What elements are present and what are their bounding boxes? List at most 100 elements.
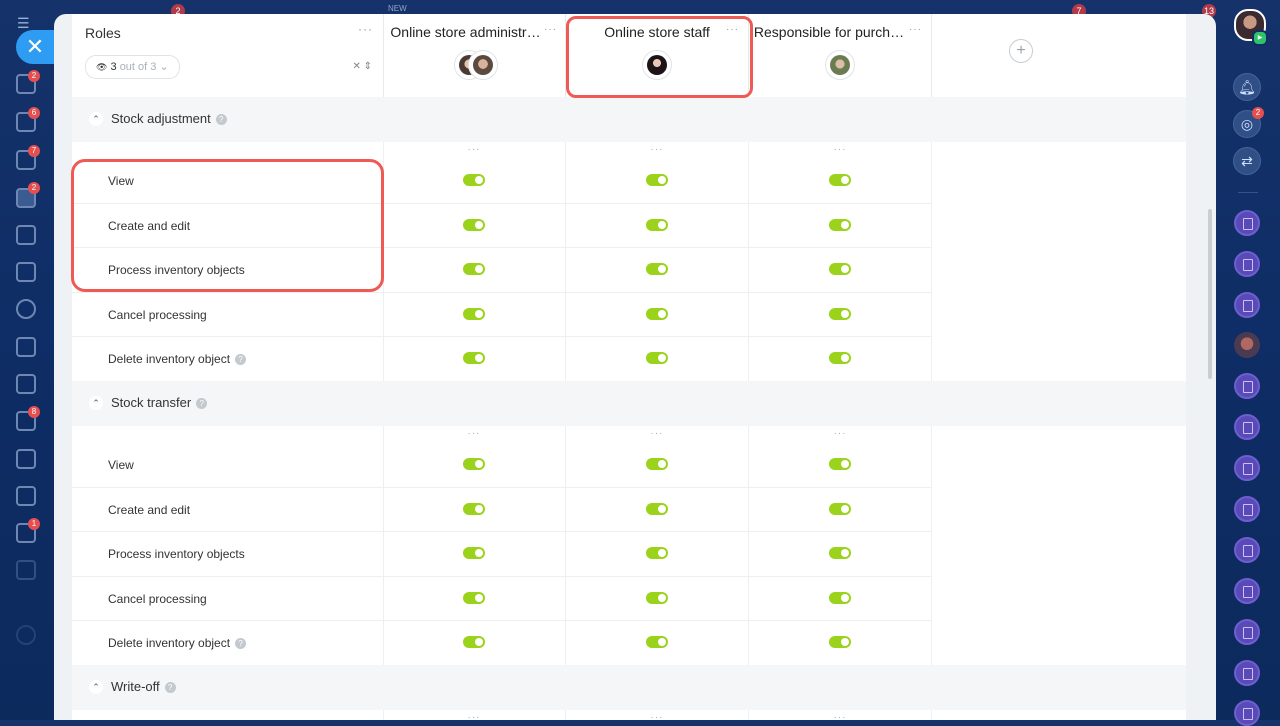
chat-icon[interactable] bbox=[1234, 537, 1260, 563]
calendar-icon[interactable] bbox=[16, 225, 36, 245]
role-column-header[interactable]: Online store staff ··· bbox=[566, 14, 749, 97]
more-icon[interactable]: ··· bbox=[909, 24, 922, 35]
role-column-header[interactable]: Online store administr… ··· bbox=[384, 14, 566, 97]
more-icon[interactable]: ··· bbox=[820, 144, 860, 155]
permission-toggle[interactable] bbox=[463, 263, 485, 275]
more-icon[interactable]: ··· bbox=[637, 144, 677, 155]
role-counter[interactable]: 👁︎ 3 out of 3 ⌄ bbox=[85, 55, 180, 79]
target-icon[interactable] bbox=[16, 299, 36, 319]
close-button[interactable]: ✕ bbox=[16, 30, 54, 64]
permission-toggle[interactable] bbox=[829, 458, 851, 470]
help-icon[interactable]: ? bbox=[215, 114, 227, 125]
nav-badge: 8 bbox=[28, 406, 40, 418]
permission-toggle[interactable] bbox=[646, 263, 668, 275]
permission-toggle[interactable] bbox=[646, 502, 668, 515]
notification-badge: 2 bbox=[1252, 107, 1264, 119]
section-title: Stock transfer? bbox=[111, 395, 208, 410]
chat-icon[interactable] bbox=[1234, 578, 1260, 604]
more-icon[interactable]: ··· bbox=[358, 22, 373, 36]
help-icon[interactable]: ? bbox=[164, 682, 176, 693]
section-write-off[interactable]: ⌃ Write-off? bbox=[72, 665, 1186, 710]
analytics-icon[interactable] bbox=[16, 486, 36, 506]
permission-label: View bbox=[108, 458, 134, 472]
more-icon[interactable]: ··· bbox=[726, 24, 739, 35]
more-icon[interactable]: ··· bbox=[454, 428, 494, 439]
permission-toggle[interactable] bbox=[646, 591, 668, 604]
permission-toggle[interactable] bbox=[463, 591, 485, 604]
chat-icon[interactable] bbox=[1234, 292, 1260, 318]
permission-toggle[interactable] bbox=[829, 263, 851, 275]
permission-row: Cancel processing bbox=[72, 577, 932, 621]
permission-toggle[interactable] bbox=[829, 174, 851, 186]
permission-toggle[interactable] bbox=[646, 636, 668, 648]
contact-avatar[interactable] bbox=[1234, 332, 1260, 358]
chevron-up-icon[interactable]: ⌃ bbox=[89, 680, 103, 694]
more-icon[interactable]: ··· bbox=[454, 712, 494, 720]
more-icon[interactable]: ··· bbox=[544, 24, 557, 35]
permission-toggle[interactable] bbox=[646, 218, 668, 231]
permission-toggle[interactable] bbox=[463, 218, 485, 231]
chat-icon[interactable] bbox=[1234, 210, 1260, 236]
right-sidebar bbox=[1218, 0, 1280, 720]
permission-row: Create and edit bbox=[72, 488, 932, 532]
collapse-expand-icon[interactable]: ✕ ⇕ bbox=[352, 61, 372, 72]
permission-toggle[interactable] bbox=[829, 502, 851, 515]
chat-icon[interactable] bbox=[1234, 496, 1260, 522]
help-icon[interactable]: ? bbox=[235, 638, 247, 649]
permission-toggle[interactable] bbox=[646, 352, 668, 364]
settings-icon[interactable] bbox=[16, 625, 36, 645]
permission-toggle[interactable] bbox=[829, 218, 851, 231]
chat-icon[interactable] bbox=[1234, 251, 1260, 277]
permission-label: Delete inventory object? bbox=[108, 352, 247, 366]
help-icon[interactable]: ? bbox=[196, 398, 208, 409]
permission-toggle[interactable] bbox=[463, 174, 485, 186]
add-role-button[interactable]: + bbox=[1009, 39, 1033, 63]
warehouse-icon[interactable] bbox=[16, 262, 36, 282]
bell-icon[interactable]: 🔔︎ bbox=[1233, 73, 1261, 101]
permission-toggle[interactable] bbox=[646, 174, 668, 186]
role-title: Online store staff bbox=[604, 24, 710, 40]
permission-toggle[interactable] bbox=[646, 458, 668, 470]
permission-toggle[interactable] bbox=[646, 547, 668, 559]
permission-toggle[interactable] bbox=[463, 307, 485, 320]
role-column-header[interactable]: Responsible for purch… ··· bbox=[749, 14, 932, 97]
permission-toggle[interactable] bbox=[829, 547, 851, 559]
sign-icon[interactable] bbox=[16, 449, 36, 469]
section-stock-adjustment[interactable]: ⌃ Stock adjustment? bbox=[72, 97, 1186, 142]
chat-icon[interactable] bbox=[1234, 373, 1260, 399]
chat-icon[interactable] bbox=[1234, 414, 1260, 440]
more-icon[interactable]: ··· bbox=[637, 428, 677, 439]
chat-icon[interactable] bbox=[1234, 660, 1260, 686]
permission-toggle[interactable] bbox=[829, 636, 851, 648]
permission-toggle[interactable] bbox=[463, 636, 485, 648]
more-icon[interactable]: ··· bbox=[454, 144, 494, 155]
section-stock-transfer[interactable]: ⌃ Stock transfer? bbox=[72, 381, 1186, 426]
permission-toggle[interactable] bbox=[463, 352, 485, 364]
permission-toggle[interactable] bbox=[829, 352, 851, 364]
permission-toggle[interactable] bbox=[463, 547, 485, 559]
more-icon[interactable]: ··· bbox=[820, 712, 860, 720]
permission-toggle[interactable] bbox=[646, 307, 668, 320]
chat-icon[interactable] bbox=[1234, 619, 1260, 645]
help-icon[interactable]: ? bbox=[235, 354, 247, 365]
more-icon[interactable]: ··· bbox=[637, 712, 677, 720]
sync-icon[interactable]: ⇄ bbox=[1233, 147, 1261, 175]
chat-icon[interactable] bbox=[1234, 700, 1260, 726]
permission-toggle[interactable] bbox=[463, 502, 485, 515]
market-icon[interactable] bbox=[16, 560, 36, 580]
play-icon: ▶ bbox=[1252, 30, 1268, 46]
scrollbar[interactable] bbox=[1208, 209, 1212, 379]
more-icon[interactable]: ··· bbox=[820, 428, 860, 439]
chat-icon[interactable] bbox=[1234, 455, 1260, 481]
permission-toggle[interactable] bbox=[463, 458, 485, 470]
sites-icon[interactable] bbox=[16, 374, 36, 394]
chevron-up-icon[interactable]: ⌃ bbox=[89, 112, 103, 126]
permission-toggle[interactable] bbox=[829, 307, 851, 320]
chevron-up-icon[interactable]: ⌃ bbox=[89, 396, 103, 410]
permission-label: Process inventory objects bbox=[108, 547, 245, 561]
permission-label: Cancel processing bbox=[108, 591, 207, 606]
permission-row: View bbox=[72, 443, 932, 488]
nav-badge: 2 bbox=[28, 182, 40, 194]
cart-icon[interactable] bbox=[16, 337, 36, 357]
permission-toggle[interactable] bbox=[829, 591, 851, 604]
